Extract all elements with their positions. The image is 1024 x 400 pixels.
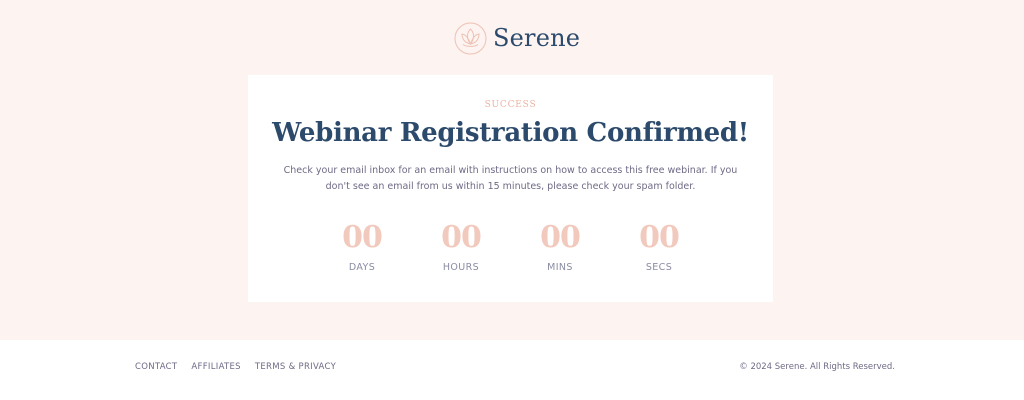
countdown-mins-label: MINS <box>547 262 573 273</box>
footer-link-terms-privacy[interactable]: TERMS & PRIVACY <box>255 362 336 372</box>
countdown-secs-value: 00 <box>639 220 680 255</box>
hero-background: Serene SUCCESS Webinar Registration Conf… <box>0 0 1024 340</box>
footer: CONTACT AFFILIATES TERMS & PRIVACY © 202… <box>0 340 1024 400</box>
footer-nav: CONTACT AFFILIATES TERMS & PRIVACY <box>135 362 350 372</box>
confirmation-card: SUCCESS Webinar Registration Confirmed! … <box>248 75 773 302</box>
countdown-secs-label: SECS <box>645 262 673 273</box>
countdown-days-value: 00 <box>342 220 383 255</box>
footer-link-contact[interactable]: CONTACT <box>135 362 177 372</box>
page-title: Webinar Registration Confirmed! <box>272 118 749 148</box>
brand-name: Serene <box>493 24 581 52</box>
brand-header[interactable]: Serene <box>454 20 580 56</box>
countdown-hours-value: 00 <box>441 220 482 255</box>
success-eyebrow: SUCCESS <box>484 100 537 110</box>
countdown-mins-value: 00 <box>540 220 581 255</box>
countdown-timer: 00 DAYS 00 HOURS 00 MINS 00 SECS <box>248 220 773 280</box>
countdown-mins: 00 MINS <box>520 220 600 273</box>
confirmation-message: Check your email inbox for an email with… <box>283 165 738 192</box>
lotus-icon <box>454 22 487 54</box>
copyright-text: © 2024 Serene. All Rights Reserved. <box>739 362 895 372</box>
countdown-days: 00 DAYS <box>322 220 402 273</box>
countdown-hours: 00 HOURS <box>421 220 501 273</box>
footer-link-affiliates[interactable]: AFFILIATES <box>191 362 240 372</box>
countdown-days-label: DAYS <box>348 262 376 273</box>
countdown-secs: 00 SECS <box>619 220 699 273</box>
countdown-hours-label: HOURS <box>442 262 480 273</box>
